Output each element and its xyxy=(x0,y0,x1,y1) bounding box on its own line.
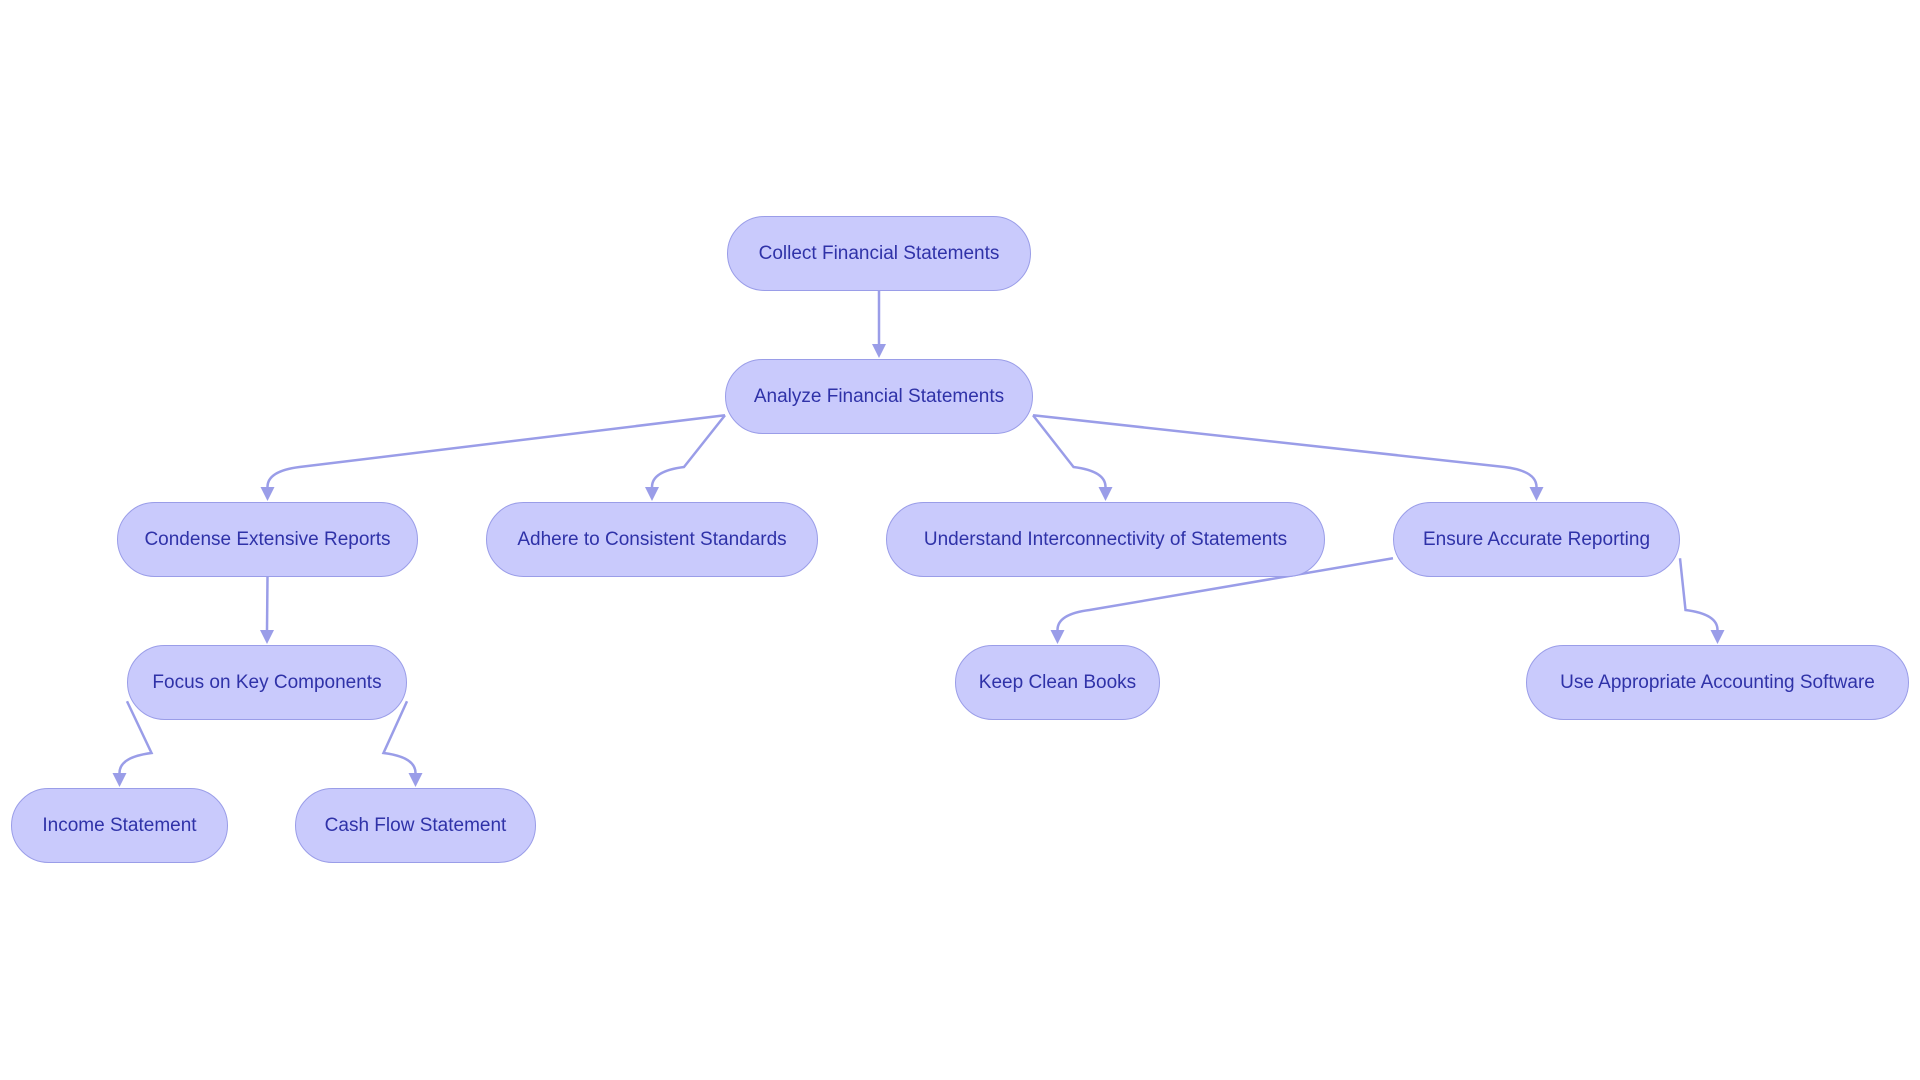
node-label: Income Statement xyxy=(42,814,197,836)
edge-condense-to-focus xyxy=(265,576,269,631)
arrowhead-icon xyxy=(260,630,274,644)
arrowhead-icon xyxy=(645,487,659,501)
arrowhead-icon xyxy=(1710,630,1725,644)
node-label: Keep Clean Books xyxy=(978,671,1137,693)
edge-ensure-to-software xyxy=(1678,558,1719,631)
node-label: Collect Financial Statements xyxy=(758,242,1000,264)
node-label: Understand Interconnectivity of Statemen… xyxy=(923,528,1288,550)
node-condense: Condense Extensive Reports xyxy=(117,502,418,577)
node-label: Cash Flow Statement xyxy=(324,814,507,836)
node-label: Condense Extensive Reports xyxy=(144,528,391,550)
node-understand: Understand Interconnectivity of Statemen… xyxy=(886,502,1325,577)
node-income: Income Statement xyxy=(11,788,228,863)
arrowhead-icon xyxy=(1529,487,1544,501)
arrowhead-icon xyxy=(112,773,127,787)
node-label: Focus on Key Components xyxy=(152,671,382,693)
node-software: Use Appropriate Accounting Software xyxy=(1526,645,1909,720)
arrowhead-icon xyxy=(1050,630,1065,644)
flowchart: Collect Financial Statements Analyze Fin… xyxy=(0,0,1920,1080)
node-label: Ensure Accurate Reporting xyxy=(1422,528,1651,550)
node-focus: Focus on Key Components xyxy=(127,645,407,720)
edge-analyze-to-understand xyxy=(1032,414,1107,488)
edge-analyze-to-ensure xyxy=(1032,414,1538,488)
node-keep: Keep Clean Books xyxy=(955,645,1160,720)
node-analyze: Analyze Financial Statements xyxy=(725,359,1033,434)
arrowhead-icon xyxy=(408,773,423,787)
node-adhere: Adhere to Consistent Standards xyxy=(486,502,818,577)
node-label: Use Appropriate Accounting Software xyxy=(1560,671,1875,693)
node-ensure: Ensure Accurate Reporting xyxy=(1393,502,1680,577)
arrowhead-icon xyxy=(260,487,275,501)
arrowhead-icon xyxy=(872,344,886,358)
arrowhead-icon xyxy=(1098,487,1113,501)
node-label: Analyze Financial Statements xyxy=(753,385,1005,407)
edge-analyze-to-adhere xyxy=(650,414,726,488)
node-label: Adhere to Consistent Standards xyxy=(517,528,787,550)
node-cashflow: Cash Flow Statement xyxy=(295,788,536,863)
node-collect: Collect Financial Statements xyxy=(727,216,1031,291)
